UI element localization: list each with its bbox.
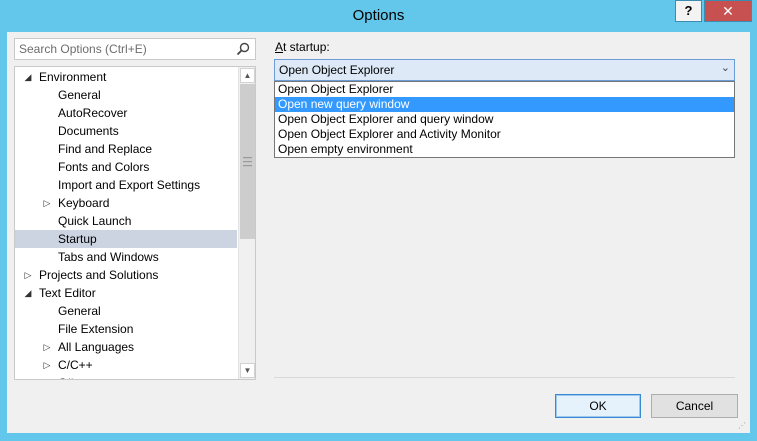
tree-item[interactable]: General bbox=[15, 86, 237, 104]
tree-item-label: Tabs and Windows bbox=[58, 250, 159, 264]
expand-arrow-icon[interactable]: ▷ bbox=[42, 374, 52, 379]
dropdown-option[interactable]: Open empty environment bbox=[275, 142, 734, 157]
tree-item[interactable]: Tabs and Windows bbox=[15, 248, 237, 266]
tree-item-label: Quick Launch bbox=[58, 214, 132, 228]
tree-item[interactable]: Documents bbox=[15, 122, 237, 140]
scroll-down-icon[interactable]: ▼ bbox=[240, 363, 255, 378]
tree-item-label: Startup bbox=[58, 232, 97, 246]
expand-arrow-icon[interactable]: ▷ bbox=[23, 266, 33, 284]
collapse-arrow-icon[interactable]: ◢ bbox=[23, 284, 33, 302]
tree-item[interactable]: ▷ Keyboard bbox=[15, 194, 237, 212]
expand-arrow-icon[interactable]: ▷ bbox=[42, 194, 52, 212]
window-title: Options bbox=[352, 7, 405, 24]
tree-item-label: AutoRecover bbox=[58, 106, 128, 120]
startup-combobox[interactable]: Open Object Explorer ⌄ bbox=[274, 59, 735, 81]
tree-item[interactable]: Fonts and Colors bbox=[15, 158, 237, 176]
tree-item-label: All Languages bbox=[58, 340, 135, 354]
expand-arrow-icon[interactable]: ▷ bbox=[42, 338, 52, 356]
close-button[interactable]: ✕ bbox=[704, 0, 752, 22]
expand-arrow-icon[interactable]: ▷ bbox=[42, 356, 52, 374]
tree-item-label: C# bbox=[58, 374, 73, 379]
tree-item-label: Fonts and Colors bbox=[58, 160, 150, 174]
scroll-up-icon[interactable]: ▲ bbox=[240, 68, 255, 83]
tree-item-label: General bbox=[58, 304, 101, 318]
tree-item[interactable]: File Extension bbox=[15, 320, 237, 338]
dropdown-option[interactable]: Open Object Explorer and query window bbox=[275, 112, 734, 127]
tree-item-label: Import and Export Settings bbox=[58, 178, 201, 192]
tree-item-label: Environment bbox=[39, 70, 107, 84]
tree-item-label: C/C++ bbox=[58, 358, 93, 372]
tree-scrollbar[interactable]: ▲ — — — ▼ bbox=[238, 67, 255, 379]
dropdown-option[interactable]: Open new query window bbox=[275, 97, 734, 112]
tree-item-label: Projects and Solutions bbox=[39, 268, 159, 282]
resize-grip-icon[interactable]: ⋰ bbox=[738, 421, 748, 431]
tree-item[interactable]: ▷ C/C++ bbox=[15, 356, 237, 374]
tree-item[interactable]: ◢ Environment bbox=[15, 68, 237, 86]
dropdown-option[interactable]: Open Object Explorer bbox=[275, 82, 734, 97]
collapse-arrow-icon[interactable]: ◢ bbox=[23, 68, 33, 86]
tree-item[interactable]: ▷ All Languages bbox=[15, 338, 237, 356]
scroll-thumb[interactable]: — — — bbox=[240, 84, 255, 239]
title-bar: Options ? ✕ bbox=[0, 0, 757, 32]
grip-icon: — — — bbox=[243, 152, 252, 170]
tree-item-label: Find and Replace bbox=[58, 142, 153, 156]
tree-item-label: Keyboard bbox=[58, 196, 110, 210]
tree-item[interactable]: Quick Launch bbox=[15, 212, 237, 230]
tree-item-label: General bbox=[58, 88, 101, 102]
dialog-body: Search Options (Ctrl+E) ▷ C# ▷ C/C++ ▷ All La… bbox=[7, 32, 750, 433]
tree-item[interactable]: General bbox=[15, 302, 237, 320]
divider bbox=[274, 377, 735, 378]
search-placeholder: Search Options (Ctrl+E) bbox=[19, 42, 147, 56]
ok-button[interactable]: OK bbox=[555, 394, 641, 418]
cancel-button[interactable]: Cancel bbox=[651, 394, 738, 418]
tree-item[interactable]: Startup bbox=[15, 230, 237, 248]
tree-item[interactable]: ▷ C# bbox=[15, 374, 237, 379]
help-button[interactable]: ? bbox=[675, 0, 702, 22]
tree-item-label: File Extension bbox=[58, 322, 134, 336]
tree-item[interactable]: ◢ Text Editor bbox=[15, 284, 237, 302]
at-startup-label: At startup: bbox=[275, 40, 330, 54]
search-icon[interactable] bbox=[235, 41, 251, 57]
search-input[interactable]: Search Options (Ctrl+E) bbox=[14, 38, 256, 60]
dropdown-option[interactable]: Open Object Explorer and Activity Monito… bbox=[275, 127, 734, 142]
tree-item[interactable]: ▷ Projects and Solutions bbox=[15, 266, 237, 284]
tree-item[interactable]: Find and Replace bbox=[15, 140, 237, 158]
startup-dropdown-list[interactable]: Open Object Explorer Open new query windo… bbox=[274, 81, 735, 158]
tree-item[interactable]: Import and Export Settings bbox=[15, 176, 237, 194]
combobox-value: Open Object Explorer bbox=[279, 63, 395, 77]
tree-item[interactable]: AutoRecover bbox=[15, 104, 237, 122]
options-tree[interactable]: ▷ C# ▷ C/C++ ▷ All Languages File Extension Gen… bbox=[14, 66, 256, 380]
chevron-down-icon[interactable]: ⌄ bbox=[721, 61, 730, 74]
tree-item-label: Documents bbox=[58, 124, 119, 138]
tree-item-label: Text Editor bbox=[39, 286, 96, 300]
